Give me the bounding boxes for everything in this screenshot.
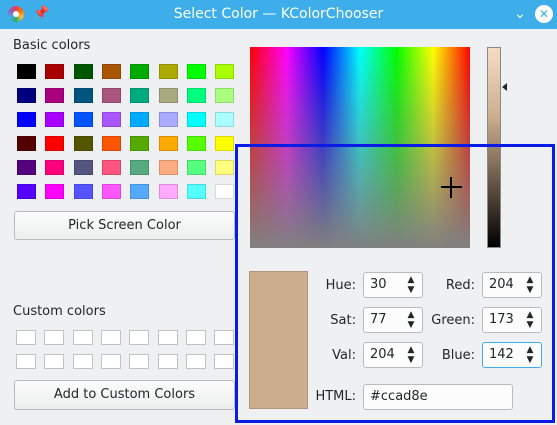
- basic-color-swatch[interactable]: [130, 160, 150, 175]
- basic-color-swatch[interactable]: [186, 160, 206, 175]
- basic-color-swatch[interactable]: [45, 112, 65, 127]
- close-icon[interactable]: ✕: [535, 5, 553, 23]
- basic-color-swatch[interactable]: [73, 184, 93, 199]
- basic-color-swatch[interactable]: [158, 88, 178, 103]
- basic-color-swatch[interactable]: [101, 64, 121, 79]
- basic-color-swatch[interactable]: [186, 64, 206, 79]
- basic-color-swatch[interactable]: [215, 136, 235, 151]
- basic-color-swatch[interactable]: [45, 160, 65, 175]
- basic-color-swatch[interactable]: [158, 160, 178, 175]
- basic-color-swatch[interactable]: [45, 88, 65, 103]
- custom-color-swatch[interactable]: [129, 330, 150, 345]
- custom-color-swatch[interactable]: [157, 330, 178, 345]
- window-title: Select Color — KColorChooser: [173, 6, 384, 22]
- title-bar[interactable]: 📌 Select Color — KColorChooser ⌄ ✕: [0, 0, 557, 29]
- basic-colors-label: Basic colors: [13, 38, 91, 53]
- basic-color-swatch[interactable]: [215, 64, 235, 79]
- custom-color-swatch[interactable]: [72, 354, 93, 369]
- basic-color-swatch[interactable]: [17, 136, 36, 151]
- chevron-down-icon[interactable]: ⌄: [511, 5, 529, 23]
- custom-color-swatch[interactable]: [100, 354, 121, 369]
- custom-color-swatch[interactable]: [72, 330, 93, 345]
- custom-color-swatch[interactable]: [129, 354, 150, 369]
- custom-colors-label: Custom colors: [13, 304, 106, 319]
- basic-color-swatch[interactable]: [158, 64, 178, 79]
- basic-color-swatch[interactable]: [186, 88, 206, 103]
- custom-color-swatch[interactable]: [157, 354, 178, 369]
- custom-color-swatch[interactable]: [16, 354, 36, 369]
- basic-color-swatch[interactable]: [45, 184, 65, 199]
- basic-color-swatch[interactable]: [186, 184, 206, 199]
- custom-color-swatch[interactable]: [214, 354, 235, 369]
- basic-color-swatch[interactable]: [186, 112, 206, 127]
- basic-color-swatch[interactable]: [101, 88, 121, 103]
- custom-color-swatch[interactable]: [44, 330, 65, 345]
- basic-color-swatch[interactable]: [215, 160, 235, 175]
- basic-color-swatch[interactable]: [45, 136, 65, 151]
- add-to-custom-colors-button[interactable]: Add to Custom Colors: [14, 380, 235, 410]
- basic-color-swatch[interactable]: [158, 136, 178, 151]
- basic-color-swatch[interactable]: [101, 184, 121, 199]
- basic-color-swatch[interactable]: [101, 160, 121, 175]
- basic-color-swatch[interactable]: [130, 136, 150, 151]
- basic-color-swatch[interactable]: [101, 112, 121, 127]
- basic-color-swatch[interactable]: [73, 88, 93, 103]
- basic-color-swatch[interactable]: [17, 112, 36, 127]
- custom-color-swatch[interactable]: [100, 330, 121, 345]
- basic-color-swatch[interactable]: [17, 184, 36, 199]
- basic-color-swatch[interactable]: [73, 136, 93, 151]
- basic-color-swatch[interactable]: [73, 112, 93, 127]
- basic-color-swatch[interactable]: [215, 112, 235, 127]
- basic-color-swatch[interactable]: [130, 64, 150, 79]
- basic-color-swatch[interactable]: [158, 184, 178, 199]
- basic-color-swatch[interactable]: [215, 88, 235, 103]
- slider-arrow-icon[interactable]: [502, 83, 507, 92]
- basic-color-swatch[interactable]: [215, 184, 235, 199]
- basic-color-swatch[interactable]: [17, 64, 36, 79]
- basic-color-swatch[interactable]: [17, 88, 36, 103]
- basic-color-swatch[interactable]: [130, 112, 150, 127]
- basic-color-swatch[interactable]: [73, 64, 93, 79]
- custom-color-swatch[interactable]: [214, 330, 235, 345]
- custom-color-swatch[interactable]: [185, 354, 206, 369]
- pick-screen-color-button[interactable]: Pick Screen Color: [14, 211, 235, 240]
- basic-color-swatch[interactable]: [73, 160, 93, 175]
- highlight-annotation-box: [235, 144, 555, 423]
- basic-color-swatch[interactable]: [158, 112, 178, 127]
- basic-color-swatch[interactable]: [17, 160, 36, 175]
- basic-color-swatch[interactable]: [45, 64, 65, 79]
- custom-color-swatch[interactable]: [44, 354, 65, 369]
- basic-color-swatch[interactable]: [130, 184, 150, 199]
- basic-color-swatch[interactable]: [130, 88, 150, 103]
- custom-color-swatch[interactable]: [16, 330, 36, 345]
- basic-color-swatch[interactable]: [101, 136, 121, 151]
- custom-color-swatch[interactable]: [185, 330, 206, 345]
- basic-color-swatch[interactable]: [186, 136, 206, 151]
